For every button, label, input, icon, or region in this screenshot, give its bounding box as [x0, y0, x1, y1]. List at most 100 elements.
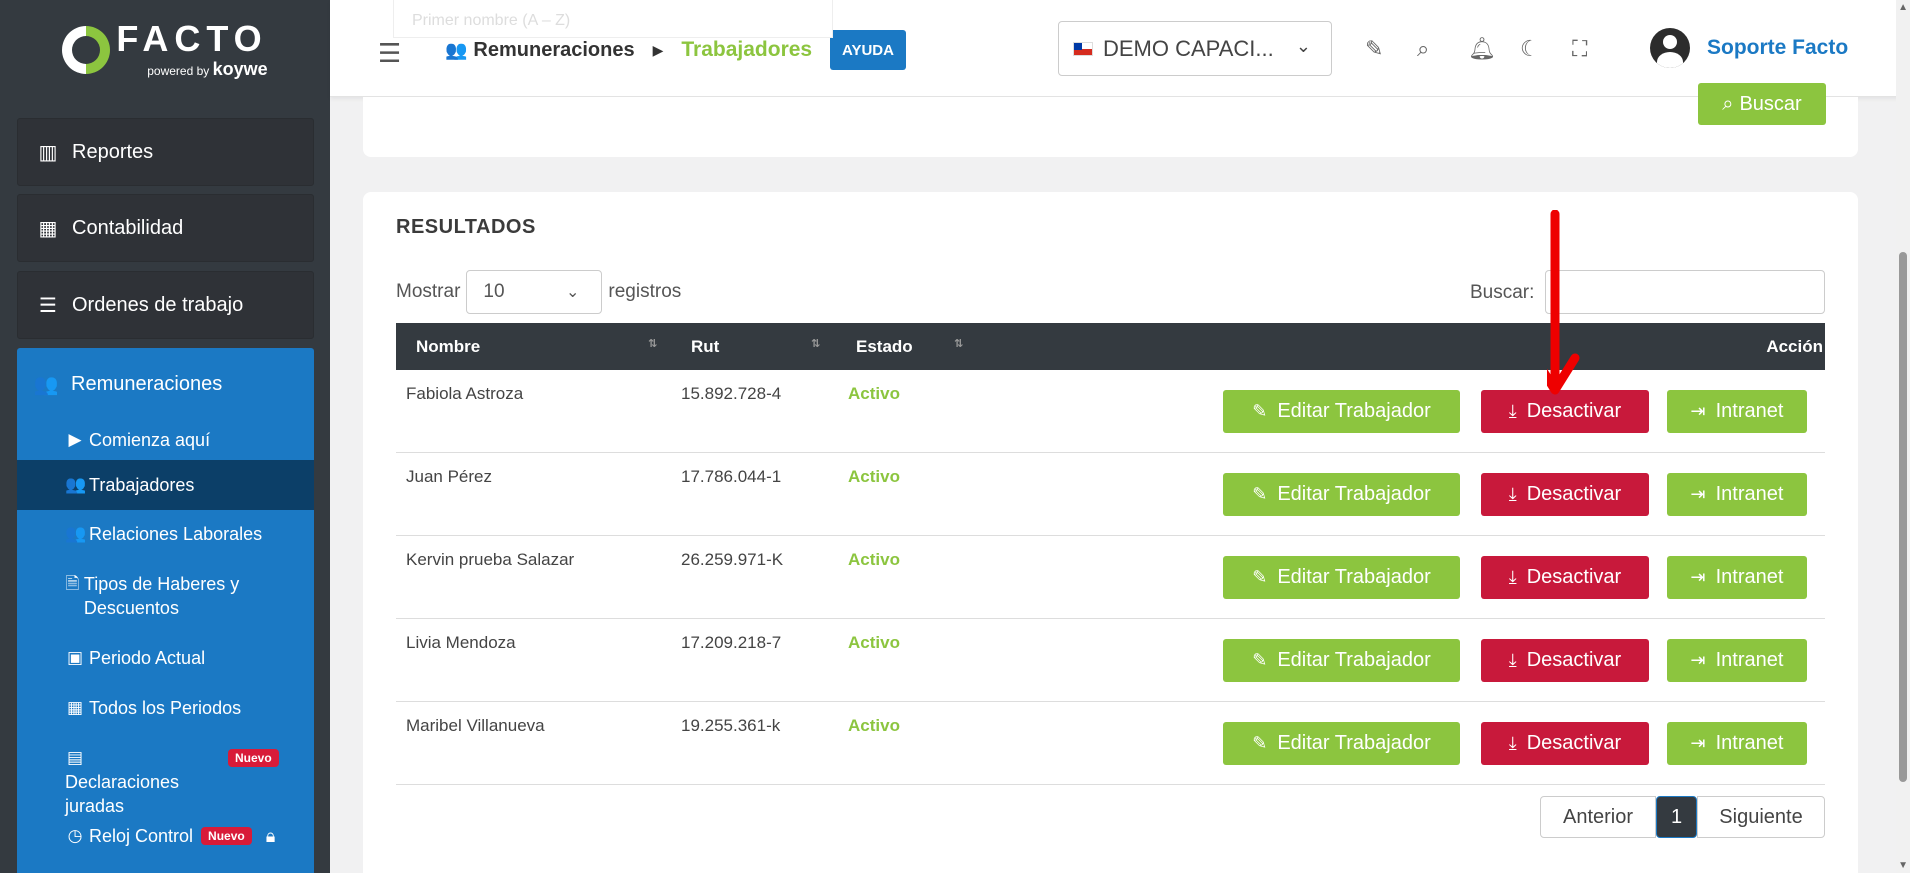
chile-flag-icon — [1073, 41, 1093, 56]
user-edit-icon: ✎ — [1252, 484, 1268, 504]
cell-rut: 17.786.044-1 — [681, 467, 782, 486]
logo-text: FACTO — [116, 17, 268, 59]
sidebar-sub-comienza[interactable]: ▶ Comienza aquí — [17, 420, 314, 460]
bell-icon[interactable]: 🔔︎ — [1468, 36, 1496, 62]
pagination-current[interactable]: 1 — [1656, 796, 1697, 838]
deactivate-button[interactable]: ⤓ Desactivar — [1481, 473, 1649, 516]
filter-search-button[interactable]: ⌕ Buscar — [1698, 83, 1826, 125]
cell-estado: Activo — [848, 716, 900, 735]
sign-in-icon: ⇥ — [1690, 484, 1706, 504]
page-size-select[interactable]: 10 ⌄ — [466, 270, 603, 314]
sidebar-sub-declaraciones[interactable]: ▤ Declaraciones juradas Nuevo — [17, 740, 314, 818]
facto-logo[interactable]: FACTO powered by koywe — [0, 0, 330, 100]
cell-estado: Activo — [848, 550, 900, 569]
chart-bar-icon: ▥ — [38, 141, 58, 164]
intranet-button[interactable]: ⇥ Intranet — [1667, 722, 1807, 765]
calendar-grid-icon: ▦ — [66, 698, 84, 717]
cell-nombre: Juan Pérez — [406, 467, 492, 486]
file-icon: 🗎 — [65, 574, 80, 593]
sidebar-item-contabilidad[interactable]: ▦ Contabilidad — [17, 194, 314, 262]
hamburger-menu-icon[interactable]: ☰ — [378, 38, 401, 69]
sign-in-icon: ⇥ — [1690, 401, 1706, 421]
ghost-filter-input[interactable]: Primer nombre (A – Z) — [393, 0, 833, 38]
scrollbar-thumb[interactable] — [1899, 252, 1907, 782]
pagination-next[interactable]: Siguiente — [1697, 796, 1825, 838]
user-edit-icon: ✎ — [1252, 650, 1268, 670]
intranet-button[interactable]: ⇥ Intranet — [1667, 556, 1807, 599]
sidebar-item-label: Ordenes de trabajo — [72, 293, 244, 316]
sidebar-item-reportes[interactable]: ▥ Reportes — [17, 118, 314, 186]
filter-card: ⌕ Buscar — [363, 83, 1858, 157]
user-edit-icon: ✎ — [1252, 567, 1268, 587]
results-title: RESULTADOS — [396, 216, 536, 238]
edit-worker-button[interactable]: ✎ Editar Trabajador — [1223, 473, 1460, 516]
page-scrollbar[interactable]: ▲ ▼ — [1896, 0, 1910, 873]
deactivate-button[interactable]: ⤓ Desactivar — [1481, 639, 1649, 682]
workers-table: Nombre ⇅ Rut ⇅ Estado ⇅ Acción Fabiola A… — [396, 323, 1825, 785]
clock-icon: ◷ — [67, 826, 83, 845]
download-icon: ⤓ — [1508, 650, 1517, 670]
pagination-prev[interactable]: Anterior — [1540, 796, 1656, 838]
deactivate-button[interactable]: ⤓ Desactivar — [1481, 556, 1649, 599]
moon-icon[interactable]: ☾ — [1520, 36, 1540, 62]
cell-nombre: Kervin prueba Salazar — [406, 550, 575, 569]
user-name[interactable]: Soporte Facto — [1707, 36, 1848, 60]
cell-nombre: Fabiola Astroza — [406, 384, 524, 403]
download-icon: ⤓ — [1508, 401, 1517, 421]
edit-worker-button[interactable]: ✎ Editar Trabajador — [1223, 722, 1460, 765]
cell-estado: Activo — [848, 384, 900, 403]
edit-worker-button[interactable]: ✎ Editar Trabajador — [1223, 556, 1460, 599]
sidebar-item-label: Remuneraciones — [71, 372, 223, 395]
scroll-down-icon[interactable]: ▼ — [1898, 860, 1908, 871]
column-rut[interactable]: Rut — [691, 337, 719, 357]
fullscreen-icon[interactable]: ⛶ — [1572, 36, 1587, 62]
logo-by: by — [196, 63, 210, 78]
avatar[interactable] — [1650, 28, 1690, 68]
cell-estado: Activo — [848, 633, 900, 652]
search-icon[interactable]: ⌕ — [1417, 36, 1429, 62]
table-row: Livia Mendoza 17.209.218-7 Activo ✎ Edit… — [396, 619, 1825, 702]
logo-powered: powered — [147, 63, 194, 78]
intranet-button[interactable]: ⇥ Intranet — [1667, 390, 1807, 433]
sidebar-sub-reloj[interactable]: ◷ Reloj Control Nuevo 🔒︎ — [17, 818, 314, 868]
sidebar-sub-relaciones[interactable]: 👥 Relaciones Laborales — [17, 510, 314, 560]
table-header: Nombre ⇅ Rut ⇅ Estado ⇅ Acción — [396, 323, 1825, 370]
sort-icon: ⇅ — [954, 338, 964, 350]
column-nombre[interactable]: Nombre — [416, 337, 480, 357]
sidebar-sub-todos-periodos[interactable]: ▦ Todos los Periodos — [17, 690, 314, 740]
column-accion: Acción — [1766, 337, 1823, 356]
column-estado[interactable]: Estado — [856, 337, 913, 357]
chevron-down-icon: ⌄ — [1295, 36, 1311, 56]
deactivate-button[interactable]: ⤓ Desactivar — [1481, 722, 1649, 765]
download-icon: ⤓ — [1508, 733, 1517, 753]
results-card: RESULTADOS Mostrar 10 ⌄ registros Buscar… — [363, 192, 1858, 873]
logo-brand: koywe — [212, 58, 268, 79]
intranet-button[interactable]: ⇥ Intranet — [1667, 639, 1807, 682]
breadcrumb-remuneraciones[interactable]: Remuneraciones — [473, 39, 634, 62]
company-select[interactable]: DEMO CAPACI... ⌄ — [1058, 21, 1332, 76]
table-search-label: Buscar: — [1470, 282, 1535, 303]
sidebar-sub-periodo-actual[interactable]: ▣ Periodo Actual — [17, 640, 314, 690]
user-edit-icon: ✎ — [1252, 733, 1268, 753]
user-edit-icon: ✎ — [1252, 401, 1268, 421]
breadcrumb-trabajadores: Trabajadores — [681, 38, 813, 61]
new-badge: Nuevo — [201, 827, 252, 845]
sidebar-item-remuneraciones[interactable]: 👥 Remuneraciones — [17, 348, 314, 420]
edit-worker-button[interactable]: ✎ Editar Trabajador — [1223, 639, 1460, 682]
sort-icon: ⇅ — [811, 338, 821, 350]
scroll-up-icon[interactable]: ▲ — [1898, 2, 1908, 13]
sidebar-sub-trabajadores[interactable]: 👥 Trabajadores — [17, 460, 314, 510]
sidebar-item-ordenes[interactable]: ☰ Ordenes de trabajo — [17, 271, 314, 339]
chevron-down-icon: ⌄ — [566, 284, 580, 301]
signature-icon[interactable]: ✎ — [1365, 36, 1383, 62]
sidebar-sub-tipos[interactable]: 🗎 Tipos de Haberes y Descuentos — [17, 560, 314, 640]
cell-nombre: Livia Mendoza — [406, 633, 516, 652]
calculator-icon: ▦ — [38, 217, 58, 240]
company-name: DEMO CAPACI... — [1103, 35, 1274, 61]
sidebar-item-label: Contabilidad — [72, 216, 184, 239]
edit-worker-button[interactable]: ✎ Editar Trabajador — [1223, 390, 1460, 433]
help-button[interactable]: AYUDA — [830, 30, 906, 70]
intranet-button[interactable]: ⇥ Intranet — [1667, 473, 1807, 516]
cell-estado: Activo — [848, 467, 900, 486]
play-icon: ▶ — [68, 430, 82, 449]
